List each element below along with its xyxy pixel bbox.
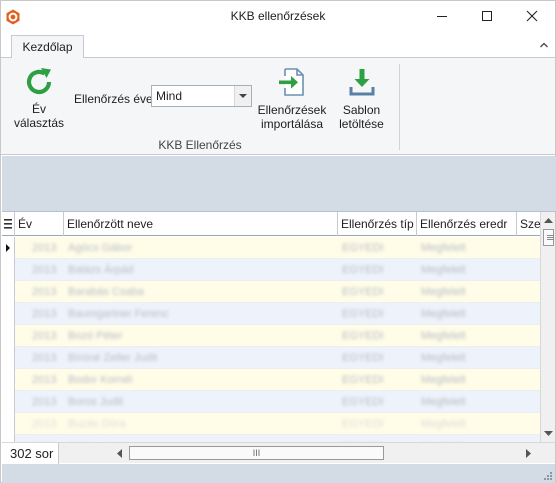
row-indicator[interactable] (2, 347, 15, 369)
row-indicator[interactable] (2, 369, 15, 391)
close-icon (526, 10, 538, 22)
row-indicator[interactable] (2, 325, 15, 347)
table-row[interactable]: 2013 Barabás Csaba EGYEDI Megfelelt (2, 281, 540, 303)
download-icon (349, 69, 374, 96)
chevron-up-icon[interactable] (538, 39, 550, 51)
ribbon-group-separator (399, 64, 400, 150)
table-row[interactable]: 2013 Baumgartner Ferenc EGYEDI Megfelelt (2, 303, 540, 325)
table-row[interactable]: 2013 Bozó Péter EGYEDI Megfelelt (2, 325, 540, 347)
grid-footer: 302 sor III (2, 442, 555, 464)
current-row-arrow-icon (6, 244, 10, 252)
table-row[interactable]: 2013 Agócs Gábor EGYEDI Megfelelt (2, 237, 540, 259)
row-indicator[interactable] (2, 237, 15, 259)
grid-header: Év Ellenőrzött neve Ellenőrzés típ Ellen… (2, 212, 540, 236)
column-chooser-button[interactable] (2, 212, 15, 236)
close-button[interactable] (513, 1, 551, 31)
download-template-button[interactable]: Sablon letöltése (334, 66, 389, 131)
year-combobox[interactable]: Mind (151, 85, 252, 107)
row-indicator[interactable] (2, 413, 15, 435)
dropdown-arrow-button[interactable] (234, 86, 251, 106)
minimize-button[interactable] (423, 1, 461, 31)
group-by-panel[interactable] (2, 156, 556, 212)
year-field-label: Ellenőrzés éve (74, 92, 153, 106)
scroll-down-arrow-icon[interactable] (541, 426, 555, 440)
ribbon-tab-bar: Kezdőlap (1, 33, 555, 59)
ribbon-group-label: KKB Ellenőrzés (158, 138, 242, 152)
menu-icon (4, 219, 12, 229)
vertical-scrollbar[interactable] (540, 212, 555, 442)
data-grid: Év Ellenőrzött neve Ellenőrzés típ Ellen… (2, 212, 555, 463)
tab-kezdolap[interactable]: Kezdőlap (11, 35, 84, 59)
row-count-label: 302 sor (2, 443, 59, 464)
column-header-sze[interactable]: Sze (517, 212, 540, 236)
column-header-year[interactable]: Év (15, 212, 64, 236)
year-select-button[interactable]: Év választás (13, 66, 65, 130)
column-header-type[interactable]: Ellenőrzés típ (338, 212, 417, 236)
row-indicator[interactable] (2, 391, 15, 413)
scroll-right-arrow-icon[interactable] (521, 443, 535, 464)
horizontal-scroll-thumb[interactable]: III (129, 446, 384, 460)
column-header-name[interactable]: Ellenőrzött neve (64, 212, 338, 236)
table-row[interactable]: 2013 Bodor Kornél EGYEDI Megfelelt (2, 369, 540, 391)
table-row[interactable]: 2013 Balázs Árpád EGYEDI Megfelelt (2, 259, 540, 281)
year-combobox-value: Mind (156, 89, 183, 103)
table-row[interactable]: 2013 Buzás Dóra EGYEDI Megfelelt (2, 413, 540, 435)
status-bar (2, 464, 555, 483)
minimize-icon (437, 16, 447, 17)
maximize-icon (482, 11, 492, 21)
table-row[interactable]: 2013 Bíróné Zeller Judit EGYEDI Megfelel… (2, 347, 540, 369)
scroll-up-arrow-icon[interactable] (541, 214, 555, 228)
column-header-result[interactable]: Ellenőrzés eredr (417, 212, 517, 236)
maximize-button[interactable] (468, 1, 506, 31)
scroll-left-arrow-icon[interactable] (113, 443, 127, 464)
horizontal-scrollbar[interactable]: III (113, 443, 537, 464)
import-checks-button[interactable]: Ellenőrzések importálása (257, 66, 327, 131)
refresh-icon (26, 68, 52, 95)
row-indicator[interactable] (2, 303, 15, 325)
ribbon-panel: Év választás Ellenőrzés éve Mind Ellenőr… (1, 58, 555, 155)
chevron-down-icon (239, 94, 247, 98)
resize-grip-icon[interactable] (543, 471, 553, 481)
table-row[interactable]: 2013 Boros Judit EGYEDI Megfelelt (2, 391, 540, 413)
import-icon (279, 68, 304, 96)
app-window: KKB ellenőrzések Kezdőlap Év választás E… (0, 0, 556, 483)
row-indicator[interactable] (2, 259, 15, 281)
vertical-scroll-thumb[interactable] (543, 229, 554, 246)
row-indicator[interactable] (2, 281, 15, 303)
title-bar: KKB ellenőrzések (1, 1, 555, 33)
